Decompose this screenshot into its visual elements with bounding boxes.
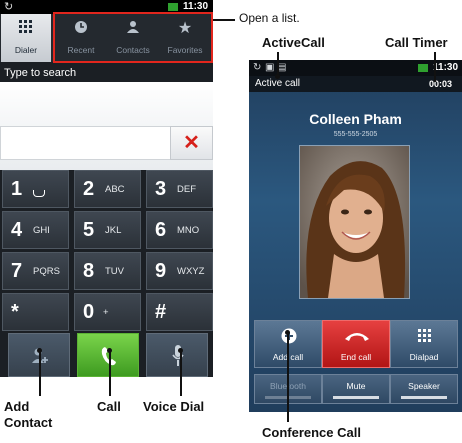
end-call-label: End call [340,352,372,362]
dialpad-label: Dialpad [409,352,439,362]
key-digit: 2 [83,178,95,200]
callout-dot [178,348,183,353]
callout-dot [285,330,290,335]
key-9[interactable]: 9 WXYZ [146,252,213,290]
sync-icon: ↻ [4,1,14,13]
battery-icon [168,3,178,11]
key-letters: JKL [105,225,122,236]
call-button[interactable] [77,333,139,377]
sync-icon: ↻ [253,62,262,73]
voicemail-icon [33,190,45,197]
mute-label: Mute [346,381,366,391]
key-letters: TUV [105,266,124,277]
voice-dial-button[interactable] [146,333,208,377]
delete-button[interactable]: ✕ [170,126,213,160]
end-call-button[interactable]: End call [322,320,390,368]
callout-dot [275,74,280,79]
callout-dot [37,348,42,353]
contact-number: 555-555-2505 [333,131,378,138]
key-digit: * [11,301,19,323]
key-letters: GHI [33,225,50,236]
key-digit: 6 [155,219,167,241]
key-digit: 0 [83,301,95,323]
key-digit: 3 [155,178,167,200]
key-letters: ABC [105,184,125,195]
call-header: Active call 00:03 [249,76,462,92]
callout-line [277,52,279,76]
key-2[interactable]: 2 ABC [74,170,141,208]
key-0[interactable]: 0 + [74,293,141,331]
microphone-icon [172,345,184,366]
key-6[interactable]: 6 MNO [146,211,213,249]
key-7[interactable]: 7 PQRS [2,252,69,290]
tab-dialer[interactable]: Dialer [1,14,51,62]
hang-up-icon [345,333,369,341]
key-digit: 4 [11,219,23,241]
callout-call-timer: Call Timer [385,35,448,50]
key-star[interactable]: * [2,293,69,331]
status-time: 11:30 [433,62,459,73]
key-letters: DEF [177,184,196,195]
speaker-label: Speaker [408,381,440,391]
key-letters: MNO [177,225,200,236]
callout-line [109,350,111,396]
key-8[interactable]: 8 TUV [74,252,141,290]
contact-photo [299,145,410,299]
contact-name: Colleen Pham [309,111,402,127]
toggle-indicator [401,396,447,399]
callout-line [213,19,235,21]
number-entry-field[interactable] [0,126,176,160]
key-digit: 5 [83,219,95,241]
key-digit: 9 [155,260,167,282]
key-5[interactable]: 5 JKL [74,211,141,249]
battery-icon [418,64,428,72]
status-bar: ↻ ▣ ▤ 11:30 [249,60,462,76]
call-state-title: Active call [255,78,301,89]
callout-line [434,52,436,82]
callout-line [180,350,182,396]
call-timer: 00:03 [429,79,453,89]
delete-x-icon: ✕ [183,132,200,154]
toggle-indicator [333,396,379,399]
callout-dot [107,348,112,353]
key-4[interactable]: 4 GHI [2,211,69,249]
mute-button[interactable]: Mute [322,374,390,404]
notification-icon: ▣ [265,62,275,73]
callout-conference-call: Conference Call [262,425,361,440]
keypad-icon [1,20,51,38]
callout-active-call: ActiveCall [262,35,325,50]
tabs-highlight-box [53,12,213,63]
key-hash[interactable]: # [146,293,213,331]
key-letters: WXYZ [177,266,205,277]
active-call-screen: ↻ ▣ ▤ 11:30 Active call 00:03 Colleen Ph… [249,60,462,412]
key-digit: 1 [11,178,23,200]
key-digit: 8 [83,260,95,282]
speaker-button[interactable]: Speaker [390,374,458,404]
callout-add-contact: Add Contact [4,399,53,430]
dialpad-button[interactable]: Dialpad [390,320,458,368]
key-3[interactable]: 3 DEF [146,170,213,208]
callout-open-list: Open a list. [239,11,300,25]
keypad-icon [418,329,431,342]
dialer-screen: ↻ 11:30 Dialer Recent Contacts ★ Favorit… [0,0,213,377]
key-1[interactable]: 1 [2,170,69,208]
callout-line [287,332,289,422]
key-letters: + [103,307,109,318]
search-hint: Type to search [4,67,77,79]
tab-dialer-label: Dialer [14,45,38,55]
callout-voice-dial: Voice Dial [143,399,205,414]
key-digit: # [155,301,167,323]
key-letters: PQRS [33,266,60,277]
key-digit: 7 [11,260,23,282]
callout-line [39,350,41,396]
callout-call: Call [97,399,121,414]
